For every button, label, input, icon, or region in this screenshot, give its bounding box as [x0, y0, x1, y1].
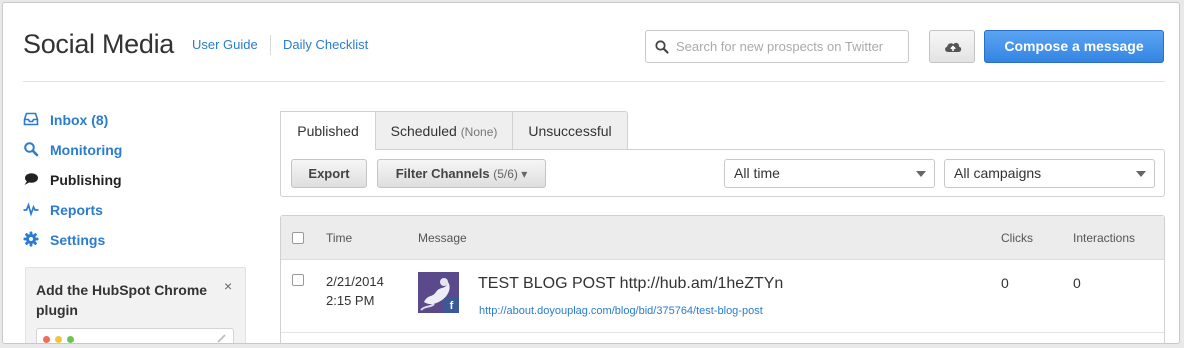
campaign-select[interactable]: All campaigns — [944, 159, 1155, 188]
sidebar-item-label: Publishing — [50, 172, 122, 188]
browser-dot — [55, 336, 62, 343]
filter-channels-button[interactable]: Filter Channels (5/6) ▾ — [377, 159, 546, 188]
tab-count: (None) — [460, 125, 498, 139]
browser-dot — [43, 336, 50, 343]
publishing-tabs: Published Scheduled (None) Unsuccessful … — [280, 111, 1165, 197]
row-clicks: 0 — [1001, 275, 1009, 291]
page-title: Social Media — [23, 29, 174, 59]
chevron-down-icon — [1136, 171, 1146, 177]
filter-channels-label: Filter Channels — [395, 166, 490, 181]
twitter-search-box[interactable] — [645, 30, 909, 63]
close-icon[interactable]: × — [224, 278, 232, 294]
search-icon — [24, 142, 39, 157]
select-all-checkbox[interactable] — [292, 232, 304, 244]
row-interactions: 0 — [1073, 275, 1081, 291]
tab-label: Published — [297, 123, 359, 139]
column-header-clicks: Clicks — [1001, 231, 1033, 245]
row-date: 2/21/2014 — [326, 274, 384, 289]
cloud-upload-icon — [945, 42, 962, 52]
inbox-icon — [23, 112, 39, 126]
tab-label: Scheduled — [390, 123, 457, 139]
browser-preview-image — [36, 328, 234, 343]
table-header: Time Message Clicks Interactions — [281, 216, 1164, 260]
facebook-icon: f — [444, 298, 459, 313]
pulse-icon — [23, 202, 39, 217]
upload-button[interactable] — [929, 30, 975, 63]
user-guide-link[interactable]: User Guide — [192, 37, 258, 52]
page-header: Social Media User Guide Daily Checklist … — [3, 3, 1179, 83]
sidebar-item-label: Monitoring — [50, 142, 123, 158]
tab-label: Unsuccessful — [528, 123, 612, 139]
plugin-promo-title: Add the HubSpot Chrome plugin — [36, 282, 208, 318]
facebook-post-thumbnail: f — [418, 272, 459, 313]
column-header-time: Time — [326, 231, 353, 245]
filter-channels-count: (5/6) ▾ — [493, 167, 528, 181]
compose-message-button[interactable]: Compose a message — [984, 30, 1164, 63]
campaign-value: All campaigns — [954, 165, 1042, 181]
sidebar-item-label: Inbox (8) — [50, 112, 109, 128]
chrome-plugin-promo: Add the HubSpot Chrome plugin × — [25, 267, 246, 343]
time-range-value: All time — [734, 165, 780, 181]
time-range-select[interactable]: All time — [724, 159, 935, 188]
search-input[interactable] — [676, 31, 904, 62]
message-link[interactable]: http://about.doyouplag.com/blog/bid/3757… — [479, 305, 763, 317]
tab-unsuccessful[interactable]: Unsuccessful — [512, 111, 628, 149]
export-button[interactable]: Export — [291, 159, 367, 188]
header-divider-line — [23, 81, 1165, 82]
tab-scheduled[interactable]: Scheduled (None) — [375, 111, 513, 149]
message-text: TEST BLOG POST http://hub.am/1heZTYn — [478, 275, 784, 292]
sidebar-item-label: Settings — [50, 232, 106, 248]
browser-dot — [67, 336, 74, 343]
sidebar-item-label: Reports — [50, 202, 103, 218]
table-row[interactable]: 2/21/2014 2:15 PM f TEST BLOG POST http:… — [281, 260, 1164, 333]
row-checkbox[interactable] — [292, 274, 304, 286]
search-icon — [655, 40, 669, 54]
column-header-interactions: Interactions — [1073, 231, 1136, 245]
header-divider — [270, 35, 271, 55]
daily-checklist-link[interactable]: Daily Checklist — [283, 37, 368, 52]
app-window: Social Media User Guide Daily Checklist … — [2, 2, 1180, 344]
tab-published[interactable]: Published — [280, 111, 376, 150]
wrench-icon — [217, 334, 226, 343]
gear-icon — [23, 231, 39, 247]
speech-bubble-icon — [24, 173, 38, 185]
row-time: 2:15 PM — [326, 293, 375, 308]
filter-toolbar: Export Filter Channels (5/6) ▾ All time … — [280, 149, 1165, 197]
column-header-message: Message — [418, 231, 467, 245]
published-messages-table: Time Message Clicks Interactions 2/21/20… — [280, 215, 1165, 343]
chevron-down-icon — [916, 171, 926, 177]
